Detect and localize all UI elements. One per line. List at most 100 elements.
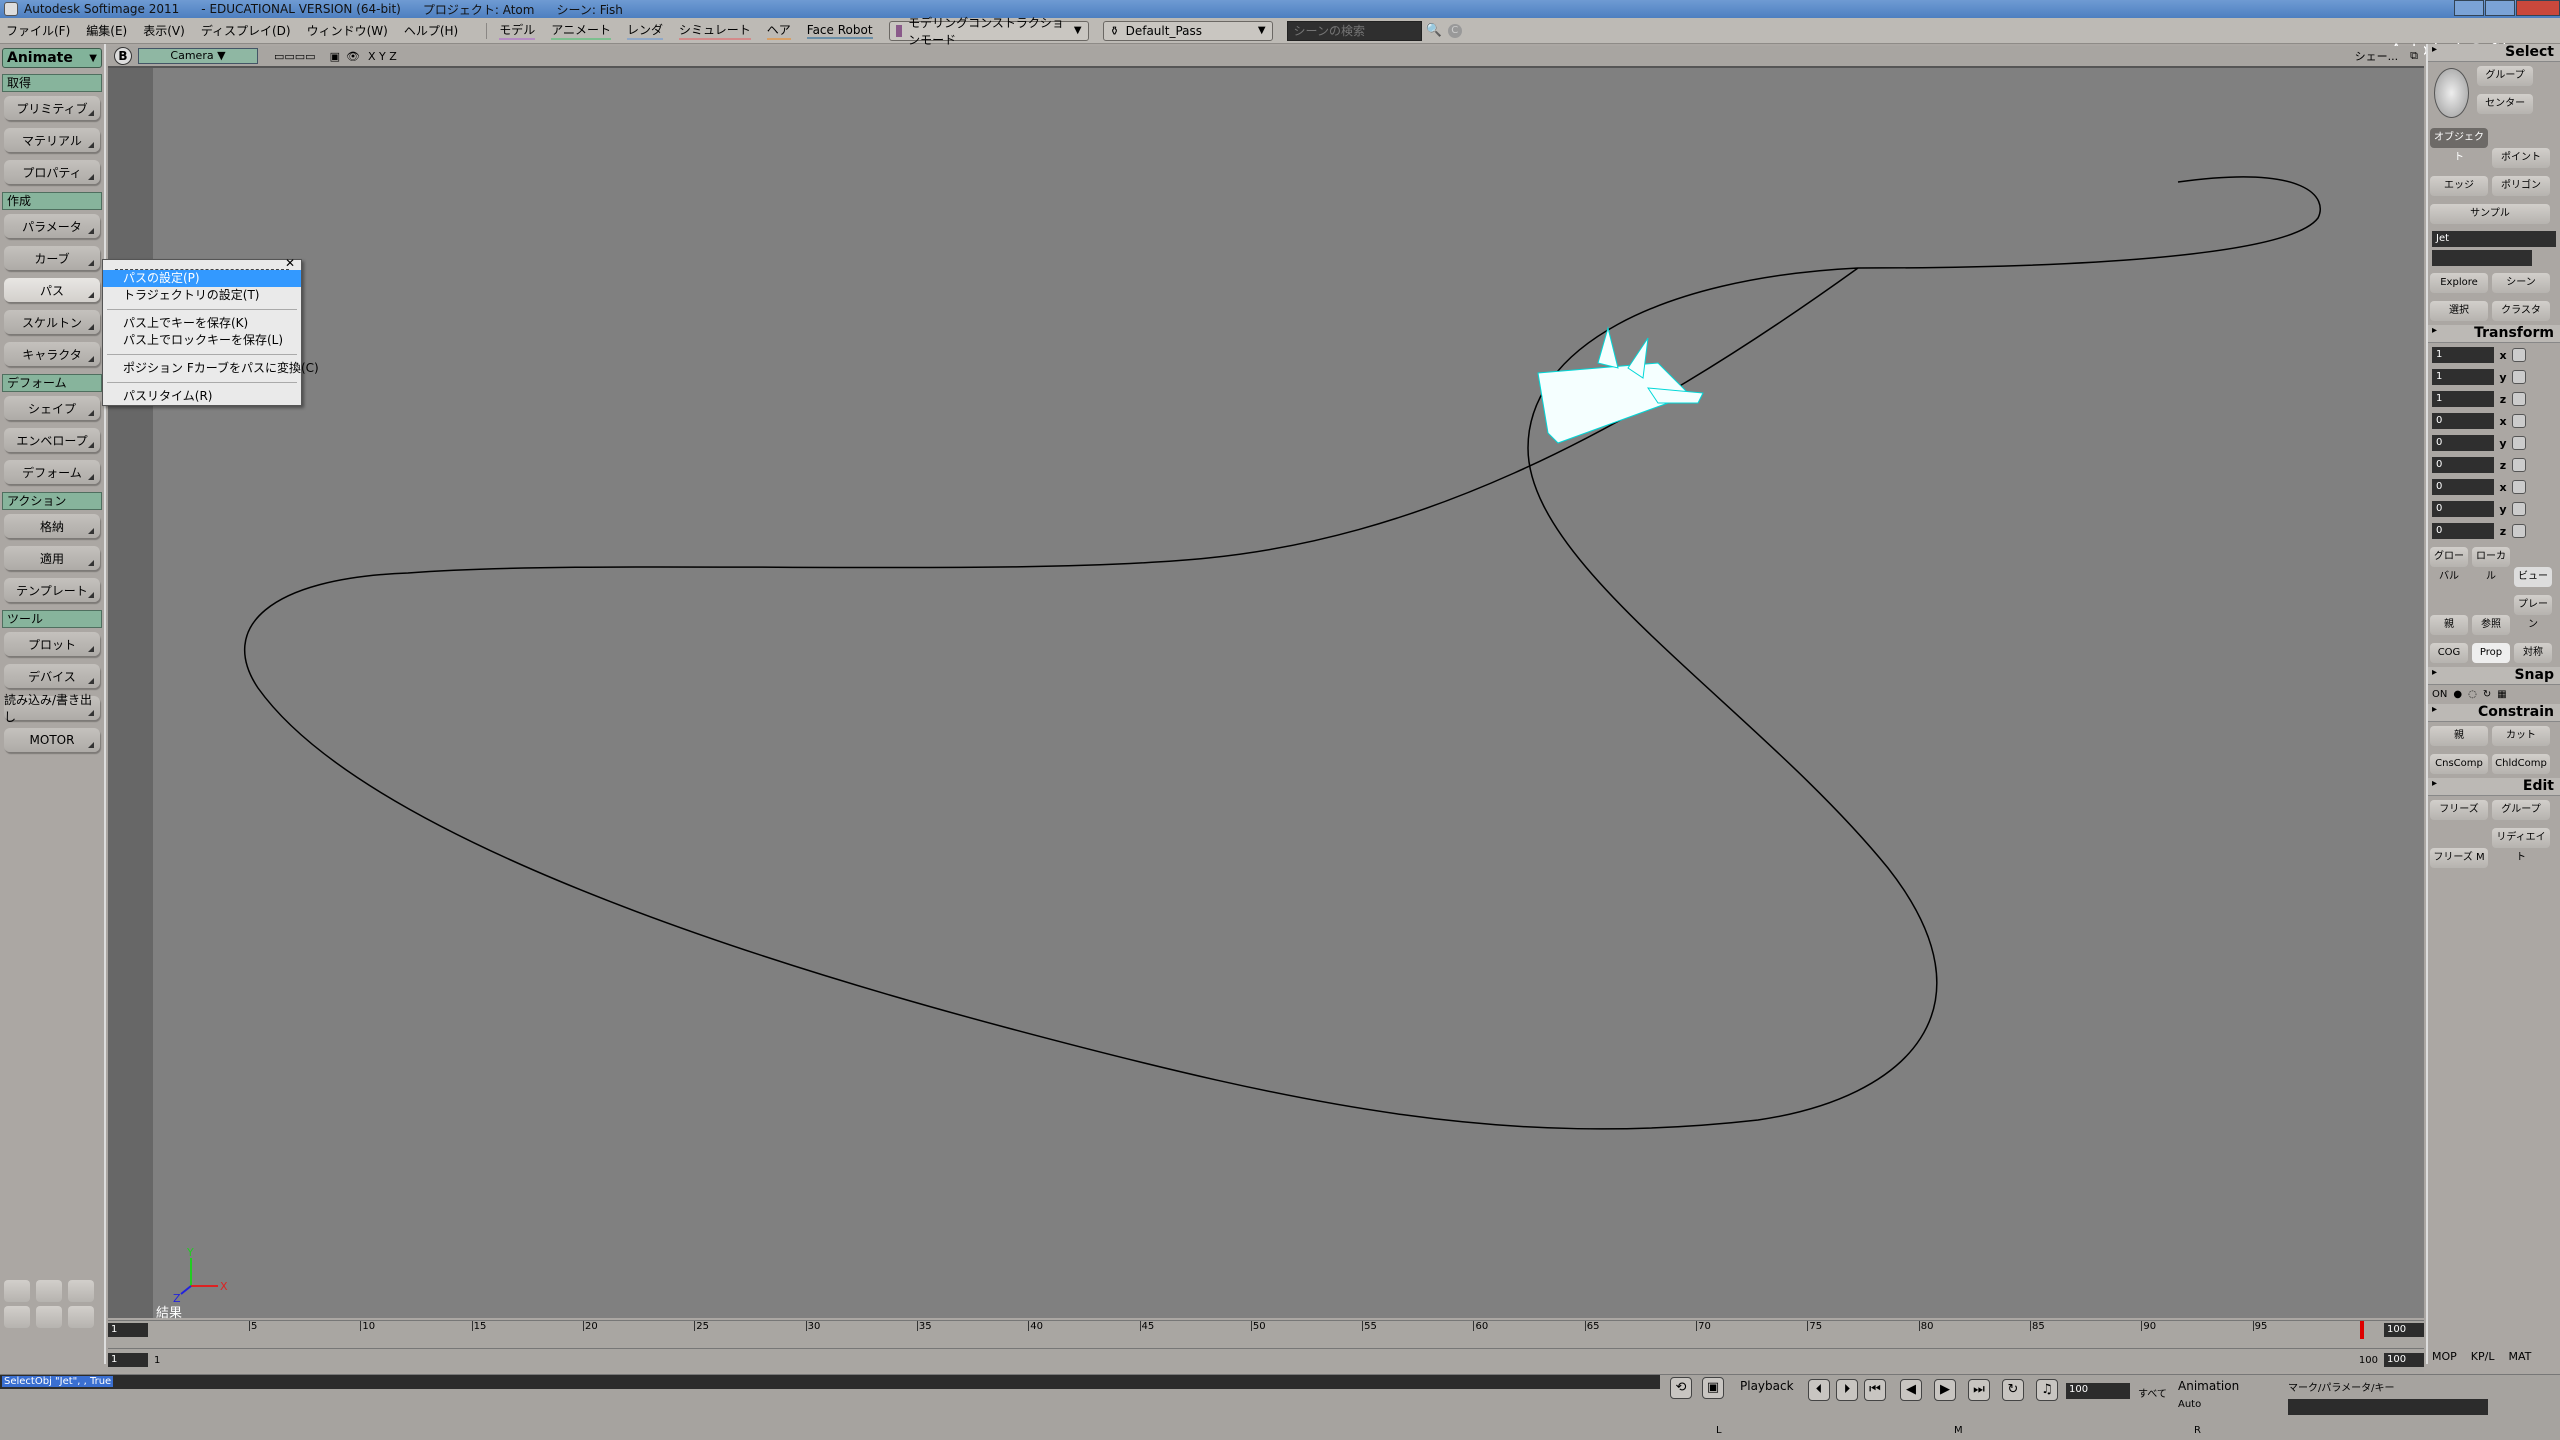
play-backward-icon[interactable]: ◀ <box>1900 1379 1922 1401</box>
next-key-icon[interactable]: ⏵ <box>1836 1379 1858 1401</box>
layout-button[interactable] <box>4 1280 30 1302</box>
toolbar-button[interactable]: キャラクタ <box>4 342 100 366</box>
playhead[interactable] <box>2360 1321 2364 1339</box>
select-sample-button[interactable]: サンプル <box>2430 204 2550 224</box>
menu-animate[interactable]: アニメート <box>551 21 611 40</box>
toolbar-button[interactable]: プロット <box>4 632 100 656</box>
toolbar-button[interactable]: スケルトン <box>4 310 100 334</box>
constrain-header[interactable]: Constrain <box>2428 704 2560 722</box>
snap-curves-icon[interactable]: ◌ <box>2468 689 2477 700</box>
menu-item-save-key-on-path[interactable]: パス上でキーを保存(K) <box>103 315 301 332</box>
scene-button[interactable]: シーン <box>2492 273 2550 293</box>
select-polygon-button[interactable]: ポリゴン <box>2492 176 2550 196</box>
translate-tool-icon[interactable] <box>2512 480 2526 494</box>
toolbar-button[interactable]: パス <box>4 278 100 302</box>
axis-toggle[interactable]: y <box>2494 503 2512 516</box>
snap-points-icon[interactable]: ● <box>2453 689 2462 700</box>
viewport-canvas[interactable] <box>108 68 2424 1318</box>
chldcomp-button[interactable]: ChldComp <box>2492 754 2550 774</box>
prop-button[interactable]: Prop <box>2472 643 2510 663</box>
jet-model[interactable] <box>1518 323 1718 453</box>
cog-button[interactable]: COG <box>2430 643 2468 663</box>
explore-button[interactable]: Explore <box>2430 273 2488 293</box>
scene-search-input[interactable] <box>1286 20 1422 41</box>
menu-model[interactable]: モデル <box>499 21 536 40</box>
view-button[interactable]: ビュー <box>2514 567 2552 587</box>
layout-button[interactable] <box>68 1280 94 1302</box>
toolbar-button[interactable]: デバイス <box>4 664 100 688</box>
axis-toggle[interactable]: y <box>2494 371 2512 384</box>
all-label[interactable]: すべて <box>2138 1385 2167 1400</box>
rotate-tool-icon[interactable] <box>2512 414 2526 428</box>
menu-item-set-trajectory[interactable]: トラジェクトリの設定(T) <box>103 287 301 304</box>
play-forward-icon[interactable]: ▶ <box>1934 1379 1956 1401</box>
close-icon[interactable]: ✕ <box>285 256 295 270</box>
axis-toggle[interactable]: z <box>2494 393 2512 406</box>
toolbar-button[interactable]: シェイプ <box>4 396 100 420</box>
axis-toggle[interactable]: z <box>2494 525 2512 538</box>
immediate-button[interactable]: リディエイト <box>2492 828 2550 863</box>
scale-tool-icon[interactable] <box>2512 370 2526 384</box>
menu-file[interactable]: ファイル(F) <box>6 22 70 39</box>
menu-help[interactable]: ヘルプ(H) <box>404 22 458 39</box>
scale-z-field[interactable]: 1 <box>2432 391 2494 407</box>
translate-y-field[interactable]: 0 <box>2432 501 2494 517</box>
first-frame-icon[interactable]: ⏮ <box>1864 1379 1886 1401</box>
toolbar-section-header[interactable]: デフォーム <box>2 374 102 392</box>
menu-item-convert-fcurve-to-path[interactable]: ポジション Fカーブをパスに変換(C) <box>103 360 319 377</box>
display-options-icon[interactable]: ▭▭▭▭ <box>274 50 316 63</box>
snap-rotate-icon[interactable]: ↻ <box>2483 689 2491 700</box>
search-icon[interactable]: 🔍 <box>1426 23 1442 38</box>
snap-header[interactable]: Snap <box>2428 667 2560 685</box>
minimize-button[interactable] <box>2454 0 2484 16</box>
rotate-z-field[interactable]: 0 <box>2432 457 2494 473</box>
select-group-button[interactable]: グループ <box>2477 66 2534 86</box>
loop-icon[interactable]: ↻ <box>2002 1379 2024 1401</box>
scale-x-field[interactable]: 1 <box>2432 347 2494 363</box>
toolbar-section-header[interactable]: 取得 <box>2 74 102 92</box>
playback-label[interactable]: Playback <box>1740 1379 1794 1393</box>
viewport-camera[interactable]: Y X Z 結果 <box>108 68 2424 1321</box>
camera-capture-icon[interactable]: ▣ <box>1702 1377 1724 1399</box>
toolbar-button[interactable]: カーブ <box>4 246 100 270</box>
frame-field[interactable]: 100 <box>2066 1383 2130 1399</box>
range-start-field[interactable]: 1 <box>108 1353 148 1367</box>
marker-field[interactable] <box>2288 1399 2488 1415</box>
plane-button[interactable]: プレーン <box>2514 595 2552 630</box>
camera-dropdown[interactable]: Camera ▼ <box>138 48 258 64</box>
prev-key-icon[interactable]: ⏴ <box>1808 1379 1830 1401</box>
shading-menu[interactable]: シェー... <box>2355 48 2399 64</box>
toolbar-button[interactable]: マテリアル <box>4 128 100 152</box>
select-arrow-icon[interactable] <box>2434 68 2470 118</box>
axis-toggle[interactable]: y <box>2494 437 2512 450</box>
symmetry-button[interactable]: 対称 <box>2514 643 2552 663</box>
menu-item-save-lock-key-on-path[interactable]: パス上でロックキーを保存(L) <box>103 332 301 349</box>
view-icon[interactable]: ▣ <box>330 50 340 63</box>
toolbar-mode-selector[interactable]: Animate ▼ <box>2 48 102 68</box>
construction-mode-dropdown[interactable]: モデリングコンストラクションモード ▼ <box>888 16 1089 47</box>
toolbar-button[interactable]: 格納 <box>4 514 100 538</box>
select-point-button[interactable]: ポイント <box>2492 148 2550 168</box>
timeline[interactable]: 1 100 5 10 15 20 25 30 35 40 45 50 55 60 65 70 75 80 85 9… <box>108 1320 2424 1348</box>
tab-mat[interactable]: MAT <box>2508 1350 2531 1363</box>
toolbar-button[interactable]: パラメータ <box>4 214 100 238</box>
parent-button[interactable]: 親 <box>2430 615 2468 635</box>
last-frame-icon[interactable]: ⏭ <box>1968 1379 1990 1401</box>
menu-window[interactable]: ウィンドウ(W) <box>307 22 388 39</box>
scale-y-field[interactable]: 1 <box>2432 369 2494 385</box>
translate-x-field[interactable]: 0 <box>2432 479 2494 495</box>
audio-icon[interactable]: ♫ <box>2036 1379 2058 1401</box>
menu-hair[interactable]: ヘア <box>766 21 791 40</box>
selection-filter-field[interactable] <box>2432 250 2532 266</box>
end-frame-field[interactable]: 100 <box>2384 1323 2424 1337</box>
axis-toggle[interactable]: z <box>2494 459 2512 472</box>
maximize-button[interactable] <box>2485 0 2515 16</box>
cnscomp-button[interactable]: CnsComp <box>2430 754 2488 774</box>
toolbar-button[interactable]: MOTOR <box>4 728 100 752</box>
select-edge-button[interactable]: エッジ <box>2430 176 2488 196</box>
local-button[interactable]: ローカル <box>2472 547 2510 582</box>
tab-kpl[interactable]: KP/L <box>2471 1350 2495 1363</box>
layout-button[interactable] <box>4 1306 30 1328</box>
menu-item-path-retime[interactable]: パスリタイム(R) <box>103 388 301 405</box>
selection-button[interactable]: 選択 <box>2430 301 2488 321</box>
